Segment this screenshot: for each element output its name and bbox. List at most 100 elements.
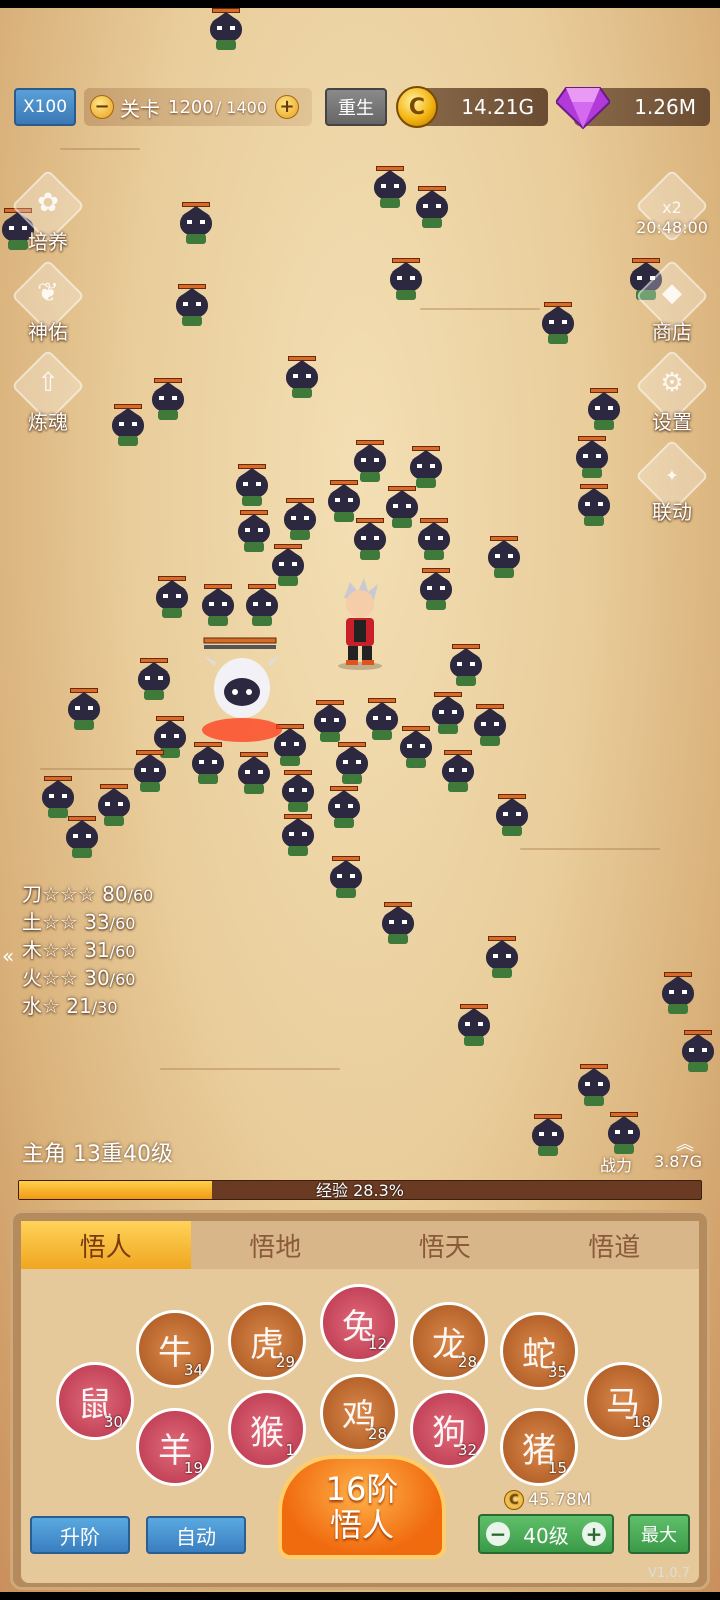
monster-enemy[interactable]: [40, 776, 76, 820]
monster-enemy[interactable]: [174, 284, 210, 328]
zodiac-dog[interactable]: 狗 32: [410, 1390, 488, 1468]
double-reward-button[interactable]: x2 20:48:00: [632, 169, 712, 258]
tab-wutian[interactable]: 悟天: [360, 1221, 530, 1269]
monster-enemy[interactable]: [606, 1112, 642, 1156]
monster-enemy[interactable]: [380, 902, 416, 946]
monster-enemy[interactable]: [418, 568, 454, 612]
stage-prev-button[interactable]: −: [90, 95, 114, 119]
settings-button[interactable]: ⚙ 设置: [632, 349, 712, 438]
zodiac-dragon[interactable]: 龙 28: [410, 1302, 488, 1380]
element-stat-row: 火☆☆ 30/60: [22, 962, 153, 990]
monster-enemy[interactable]: [328, 856, 364, 900]
monster-enemy[interactable]: [280, 770, 316, 814]
zodiac-rabbit[interactable]: 兔 12: [320, 1284, 398, 1362]
advance-button[interactable]: 升阶: [30, 1516, 130, 1554]
zodiac-tiger[interactable]: 虎 29: [228, 1302, 306, 1380]
monster-enemy[interactable]: [414, 186, 450, 230]
monster-enemy[interactable]: [154, 576, 190, 620]
zodiac-goat[interactable]: 羊 19: [136, 1408, 214, 1486]
zodiac-rooster[interactable]: 鸡 28: [320, 1374, 398, 1452]
auto-button[interactable]: 自动: [146, 1516, 246, 1554]
monster-enemy[interactable]: [284, 356, 320, 400]
monster-enemy[interactable]: [64, 816, 100, 860]
monster-enemy[interactable]: [282, 498, 318, 542]
monster-enemy[interactable]: [280, 814, 316, 858]
monster-enemy[interactable]: [372, 166, 408, 210]
zodiac-pig[interactable]: 猪 15: [500, 1408, 578, 1486]
monster-enemy[interactable]: [136, 658, 172, 702]
monster-enemy[interactable]: [200, 584, 236, 628]
power-value: 3.87G: [654, 1152, 703, 1171]
monster-enemy[interactable]: [484, 936, 520, 980]
monster-legs: [584, 1096, 604, 1106]
monster-enemy[interactable]: [574, 436, 610, 480]
zodiac-horse[interactable]: 马 18: [584, 1362, 662, 1440]
monster-enemy[interactable]: [430, 692, 466, 736]
tab-wuren[interactable]: 悟人: [21, 1221, 191, 1269]
monster-enemy[interactable]: [388, 258, 424, 302]
collapse-stats-arrow[interactable]: «: [2, 944, 14, 968]
max-level-button[interactable]: 最大: [628, 1514, 690, 1554]
collab-button[interactable]: ✦ 联动: [632, 439, 712, 528]
monster-eyes: [393, 504, 411, 508]
speed-button[interactable]: X100: [14, 88, 76, 126]
monster-enemy[interactable]: [398, 726, 434, 770]
monster-enemy[interactable]: [540, 302, 576, 346]
monster-enemy[interactable]: [440, 750, 476, 794]
monster-enemy[interactable]: [448, 644, 484, 688]
blessing-button[interactable]: ❦ 神佑: [8, 259, 88, 348]
monster-enemy[interactable]: [312, 700, 348, 744]
monster-enemy[interactable]: [110, 404, 146, 448]
monster-enemy[interactable]: [416, 518, 452, 562]
monster-enemy[interactable]: [364, 698, 400, 742]
boss-enemy[interactable]: [200, 636, 284, 746]
monster-enemy[interactable]: [472, 704, 508, 748]
monster-enemy[interactable]: [326, 786, 362, 830]
monster-enemy[interactable]: [150, 378, 186, 422]
zodiac-level: 19: [183, 1459, 203, 1477]
monster-enemy[interactable]: [96, 784, 132, 828]
monster-enemy[interactable]: [576, 484, 612, 528]
monster-enemy[interactable]: [66, 688, 102, 732]
tab-wudi[interactable]: 悟地: [190, 1221, 360, 1269]
monster-enemy[interactable]: [334, 742, 370, 786]
monster-enemy[interactable]: [234, 464, 270, 508]
monster-enemy[interactable]: [132, 750, 168, 794]
monster-enemy[interactable]: [236, 752, 272, 796]
monster-enemy[interactable]: [384, 486, 420, 530]
monster-enemy[interactable]: [244, 584, 280, 628]
cultivate-button[interactable]: ✿ 培养: [8, 169, 88, 258]
monster-enemy[interactable]: [270, 544, 306, 588]
monster-enemy[interactable]: [236, 510, 272, 554]
monster-enemy[interactable]: [408, 446, 444, 490]
monster-enemy[interactable]: [494, 794, 530, 838]
zodiac-rat[interactable]: 鼠 30: [56, 1362, 134, 1440]
monster-enemy[interactable]: [178, 202, 214, 246]
zodiac-ox[interactable]: 牛 34: [136, 1310, 214, 1388]
monster-enemy[interactable]: [352, 518, 388, 562]
monster-enemy[interactable]: [576, 1064, 612, 1108]
tab-wudao[interactable]: 悟道: [529, 1221, 699, 1269]
monster-enemy[interactable]: [208, 8, 244, 52]
monster-enemy[interactable]: [352, 440, 388, 484]
rebirth-button[interactable]: 重生: [325, 88, 387, 126]
monster-enemy[interactable]: [586, 388, 622, 432]
monster-eyes: [417, 464, 435, 468]
zodiac-level: 29: [275, 1353, 295, 1371]
shop-button[interactable]: ◆ 商店: [632, 259, 712, 348]
soul-refine-button[interactable]: ⇧ 炼魂: [8, 349, 88, 438]
monster-enemy[interactable]: [660, 972, 696, 1016]
level-minus-button[interactable]: −: [486, 1522, 510, 1546]
zodiac-snake[interactable]: 蛇 35: [500, 1312, 578, 1390]
monster-enemy[interactable]: [456, 1004, 492, 1048]
cost-value: 45.78M: [528, 1490, 592, 1510]
player-hero[interactable]: [330, 578, 390, 670]
monster-enemy[interactable]: [486, 536, 522, 580]
main-upgrade-button[interactable]: 16阶 悟人: [278, 1455, 446, 1559]
level-plus-button[interactable]: +: [581, 1522, 606, 1546]
zodiac-monkey[interactable]: 猴1: [228, 1390, 306, 1468]
monster-enemy[interactable]: [190, 742, 226, 786]
stage-next-button[interactable]: +: [275, 95, 300, 119]
monster-enemy[interactable]: [530, 1114, 566, 1158]
monster-enemy[interactable]: [680, 1030, 716, 1074]
